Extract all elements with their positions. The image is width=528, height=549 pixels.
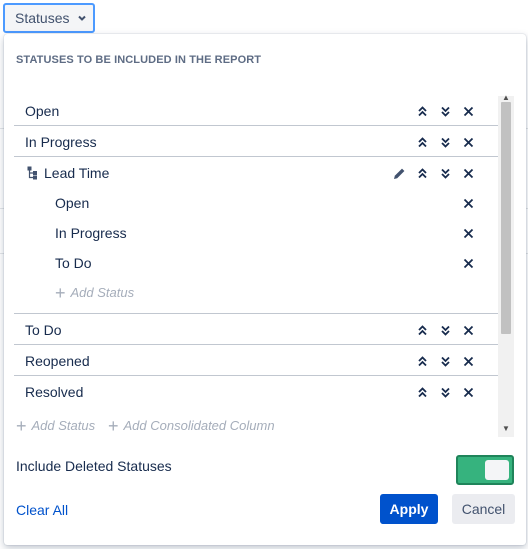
close-icon bbox=[463, 228, 474, 238]
add-consolidated-column-label: Add Consolidated Column bbox=[123, 418, 275, 433]
consolidated-status-row: Lead Time bbox=[14, 158, 498, 188]
add-child-status-link[interactable]: + Add Status bbox=[55, 282, 135, 303]
status-row: Reopened bbox=[14, 346, 498, 376]
child-status-row: To Do bbox=[14, 248, 498, 278]
move-up-button[interactable] bbox=[411, 315, 434, 345]
double-chevron-up-icon bbox=[418, 136, 427, 147]
status-list-scrollbar[interactable]: ▲ ▼ bbox=[498, 93, 514, 437]
double-chevron-up-icon bbox=[418, 355, 427, 366]
scroll-down-arrow-icon[interactable]: ▼ bbox=[502, 424, 510, 433]
include-deleted-toggle[interactable] bbox=[456, 455, 514, 485]
add-child-status-row: + Add Status bbox=[14, 278, 498, 314]
status-row: To Do bbox=[14, 315, 498, 345]
close-icon bbox=[463, 356, 474, 366]
remove-button[interactable] bbox=[457, 377, 480, 407]
double-chevron-down-icon bbox=[441, 106, 450, 117]
close-icon bbox=[463, 137, 474, 147]
plus-icon: + bbox=[108, 415, 119, 436]
toggle-knob bbox=[485, 460, 509, 480]
consolidated-status-label: Lead Time bbox=[44, 165, 110, 181]
child-status-label: Open bbox=[55, 195, 90, 211]
add-consolidated-column-link[interactable]: + Add Consolidated Column bbox=[108, 415, 275, 436]
double-chevron-down-icon bbox=[441, 356, 450, 367]
plus-icon: + bbox=[16, 415, 27, 436]
move-down-button[interactable] bbox=[434, 127, 457, 157]
child-status-row: Open bbox=[14, 188, 498, 218]
status-list: Open In Progress Lead Time Open In Progr… bbox=[14, 96, 498, 437]
add-status-label: Add Status bbox=[31, 418, 96, 433]
double-chevron-down-icon bbox=[441, 168, 450, 179]
scrollbar-thumb[interactable] bbox=[501, 102, 511, 334]
remove-button[interactable] bbox=[457, 315, 480, 345]
statuses-button-label: Statuses bbox=[15, 10, 70, 26]
edit-button[interactable] bbox=[388, 158, 411, 188]
move-up-button[interactable] bbox=[411, 377, 434, 407]
move-down-button[interactable] bbox=[434, 377, 457, 407]
remove-child-button[interactable] bbox=[457, 188, 480, 218]
move-down-button[interactable] bbox=[434, 158, 457, 188]
close-icon bbox=[463, 258, 474, 268]
pencil-icon bbox=[394, 168, 405, 179]
double-chevron-down-icon bbox=[441, 387, 450, 398]
add-status-link[interactable]: + Add Status bbox=[16, 415, 96, 436]
double-chevron-up-icon bbox=[418, 167, 427, 178]
double-chevron-up-icon bbox=[418, 105, 427, 116]
double-chevron-up-icon bbox=[418, 324, 427, 335]
status-row: Resolved bbox=[14, 377, 498, 407]
remove-button[interactable] bbox=[457, 158, 480, 188]
apply-button[interactable]: Apply bbox=[380, 494, 438, 524]
statuses-dropdown-button[interactable]: Statuses bbox=[3, 3, 95, 33]
move-up-button[interactable] bbox=[411, 346, 434, 376]
remove-button[interactable] bbox=[457, 96, 480, 126]
statuses-panel: STATUSES TO BE INCLUDED IN THE REPORT Op… bbox=[4, 34, 526, 545]
status-label: Reopened bbox=[25, 352, 90, 369]
clear-all-link[interactable]: Clear All bbox=[16, 502, 68, 518]
status-row: Open bbox=[14, 96, 498, 126]
double-chevron-down-icon bbox=[441, 325, 450, 336]
move-down-button[interactable] bbox=[434, 96, 457, 126]
move-down-button[interactable] bbox=[434, 346, 457, 376]
remove-button[interactable] bbox=[457, 346, 480, 376]
plus-icon: + bbox=[55, 282, 66, 303]
include-deleted-label: Include Deleted Statuses bbox=[16, 458, 172, 474]
close-icon bbox=[463, 325, 474, 335]
status-label: Resolved bbox=[25, 384, 84, 400]
hierarchy-icon bbox=[27, 166, 37, 180]
add-child-status-label: Add Status bbox=[70, 285, 135, 300]
child-status-row: In Progress bbox=[14, 218, 498, 248]
close-icon bbox=[463, 106, 474, 116]
remove-child-button[interactable] bbox=[457, 248, 480, 278]
cancel-button[interactable]: Cancel bbox=[452, 494, 515, 524]
status-label: To Do bbox=[25, 321, 62, 338]
remove-button[interactable] bbox=[457, 127, 480, 157]
close-icon bbox=[463, 168, 474, 178]
child-status-label: In Progress bbox=[55, 225, 127, 241]
move-down-button[interactable] bbox=[434, 315, 457, 345]
status-label: Open bbox=[25, 102, 60, 119]
move-up-button[interactable] bbox=[411, 96, 434, 126]
panel-heading: STATUSES TO BE INCLUDED IN THE REPORT bbox=[16, 54, 262, 66]
status-row: In Progress bbox=[14, 127, 498, 157]
move-up-button[interactable] bbox=[411, 127, 434, 157]
chevron-down-icon bbox=[78, 15, 87, 21]
close-icon bbox=[463, 198, 474, 208]
status-label: In Progress bbox=[25, 133, 97, 150]
double-chevron-up-icon bbox=[418, 386, 427, 397]
double-chevron-down-icon bbox=[441, 137, 450, 148]
remove-child-button[interactable] bbox=[457, 218, 480, 248]
close-icon bbox=[463, 387, 474, 397]
child-status-label: To Do bbox=[55, 255, 92, 271]
scroll-up-arrow-icon[interactable]: ▲ bbox=[502, 93, 510, 102]
move-up-button[interactable] bbox=[411, 158, 434, 188]
